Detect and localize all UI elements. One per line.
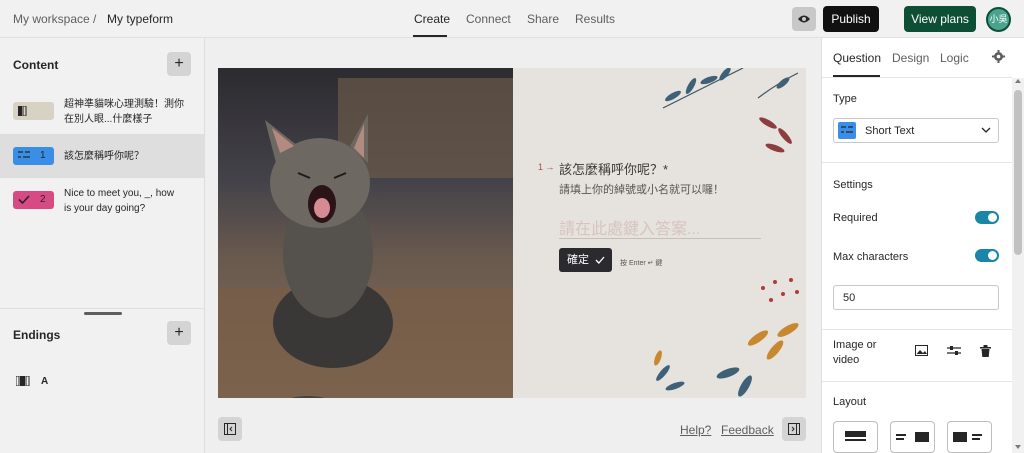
- chevron-down-icon: [981, 127, 991, 133]
- layout-option-left-image[interactable]: [947, 421, 992, 453]
- panel-tab-logic[interactable]: Logic: [940, 51, 969, 65]
- image-video-label: Image or video: [833, 339, 877, 366]
- panel-left-icon: [224, 423, 236, 435]
- question-item-label: Nice to meet you, _, how is your day goi…: [64, 188, 175, 214]
- help-link[interactable]: Help?: [680, 423, 711, 437]
- short-text-type-badge: [838, 122, 856, 139]
- question-preview[interactable]: 1 → 該怎麼稱呼你呢？* 請填上你的綽號或小名就可以囉！ 請在此處鍵入答案..…: [218, 68, 806, 398]
- trash-icon[interactable]: [980, 345, 991, 357]
- image-icon[interactable]: [915, 345, 928, 356]
- editor-canvas: 1 → 該怎麼稱呼你呢？* 請填上你的綽號或小名就可以囉！ 請在此處鍵入答案..…: [205, 38, 820, 453]
- layout-option-top-image[interactable]: [833, 421, 878, 453]
- question-type-value: Short Text: [865, 125, 915, 137]
- active-tab-underline: [413, 35, 447, 37]
- panel-divider: [822, 381, 1012, 382]
- question-item-welcome[interactable]: 超神準貓咪心理測驗！測你在別人眼...什麼樣子: [0, 92, 204, 134]
- layout-left-icon: [953, 432, 982, 442]
- question-item-2[interactable]: 2 Nice to meet you, _, how is your day g…: [0, 180, 204, 222]
- max-characters-toggle[interactable]: [975, 249, 999, 262]
- type-label: Type: [833, 93, 857, 105]
- preview-button[interactable]: [792, 7, 816, 31]
- tab-share[interactable]: Share: [527, 12, 559, 26]
- max-characters-input[interactable]: 50: [833, 285, 999, 310]
- resize-handle[interactable]: [84, 312, 122, 315]
- panel-tab-question[interactable]: Question: [833, 51, 881, 65]
- tab-connect[interactable]: Connect: [466, 12, 511, 26]
- eye-icon: [798, 15, 810, 23]
- kitten-image: [218, 78, 513, 398]
- short-text-icon: [841, 126, 853, 133]
- tab-results[interactable]: Results: [575, 12, 615, 26]
- breadcrumb-workspace[interactable]: My workspace: [13, 12, 90, 26]
- feedback-link[interactable]: Feedback: [721, 423, 774, 437]
- layout-top-icon: [845, 431, 866, 441]
- panel-divider: [822, 162, 1012, 163]
- collapse-right-panel-button[interactable]: [782, 417, 806, 441]
- endings-title: Endings: [13, 328, 61, 342]
- panel-divider: [822, 329, 1012, 330]
- settings-label: Settings: [833, 179, 873, 191]
- short-text-icon: [18, 151, 30, 158]
- layout-right-icon: [896, 432, 929, 442]
- panel-right-icon: [788, 423, 800, 435]
- gear-icon[interactable]: [992, 50, 1005, 63]
- question-type-select[interactable]: Short Text: [833, 118, 999, 143]
- required-toggle[interactable]: [975, 211, 999, 224]
- panel-tabs-divider: [822, 77, 1012, 78]
- add-ending-button[interactable]: +: [167, 321, 191, 345]
- question-title[interactable]: 該怎麼稱呼你呢？*: [559, 159, 668, 178]
- ending-label: A: [41, 376, 49, 387]
- cat-photo: [218, 68, 513, 398]
- yes-no-badge: 2: [13, 191, 54, 209]
- sliders-icon[interactable]: [947, 345, 961, 356]
- layout-option-right-image[interactable]: [890, 421, 935, 453]
- ok-button-label: 確定: [567, 254, 589, 266]
- panel-tab-design[interactable]: Design: [892, 51, 929, 65]
- welcome-screen-badge: [13, 102, 54, 120]
- publish-button[interactable]: Publish: [823, 6, 879, 32]
- max-characters-label: Max characters: [833, 251, 909, 263]
- scroll-up-arrow[interactable]: [1015, 79, 1021, 83]
- avatar[interactable]: 小吳: [986, 7, 1011, 32]
- settings-panel: Question Design Logic Type Short Text Se…: [821, 38, 1024, 453]
- question-number: 2: [40, 194, 46, 205]
- checkmark-icon: [18, 195, 30, 204]
- section-divider: [0, 308, 204, 309]
- answer-input[interactable]: 請在此處鍵入答案...: [559, 215, 761, 239]
- ending-item-a[interactable]: A: [0, 370, 204, 394]
- question-description[interactable]: 請填上你的綽號或小名就可以囉！: [559, 181, 724, 197]
- question-item-label: 該怎麼稱呼你呢？: [64, 151, 144, 162]
- enter-hint: 按 Enter ↵ 鍵: [620, 260, 663, 267]
- checkmark-icon: [595, 256, 605, 264]
- collapse-left-panel-button[interactable]: [218, 417, 242, 441]
- question-item-label: 超神準貓咪心理測驗！測你在別人眼...什麼樣子: [64, 99, 184, 125]
- content-sidebar: Content + 超神準貓咪心理測驗！測你在別人眼...什麼樣子 1 該怎麼稱…: [0, 38, 205, 453]
- layout-label: Layout: [833, 396, 867, 408]
- scroll-down-arrow[interactable]: [1015, 445, 1021, 449]
- ending-screen-icon: [16, 376, 30, 386]
- welcome-screen-icon: [18, 106, 27, 116]
- content-title: Content: [13, 58, 59, 72]
- short-text-badge: 1: [13, 147, 54, 165]
- question-item-1[interactable]: 1 該怎麼稱呼你呢？: [0, 134, 204, 178]
- breadcrumb-separator: /: [93, 12, 97, 26]
- ok-button[interactable]: 確定: [559, 248, 612, 272]
- question-number-arrow: 1 →: [538, 162, 555, 172]
- question-number: 1: [40, 150, 46, 161]
- scrollbar-thumb[interactable]: [1014, 90, 1022, 255]
- breadcrumb-form-name[interactable]: My typeform: [107, 12, 173, 26]
- tab-create[interactable]: Create: [414, 12, 450, 26]
- top-bar: My workspace / My typeform Create Connec…: [0, 0, 1024, 38]
- required-label: Required: [833, 212, 878, 224]
- view-plans-button[interactable]: View plans: [904, 6, 976, 32]
- add-question-button[interactable]: +: [167, 52, 191, 76]
